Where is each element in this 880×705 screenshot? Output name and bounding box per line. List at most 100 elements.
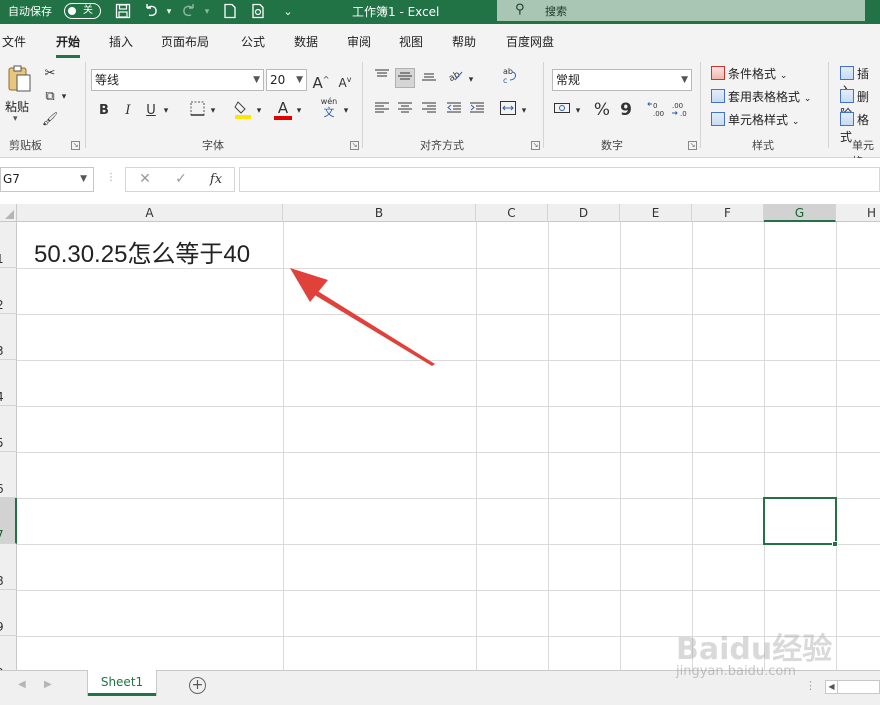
increase-decimal-icon[interactable]: 0.00 bbox=[646, 100, 668, 120]
column-header-d[interactable]: D bbox=[548, 204, 620, 222]
font-launcher-icon[interactable]: ↘ bbox=[350, 141, 359, 150]
customize-toolbar-icon[interactable]: ⌄ bbox=[279, 3, 297, 21]
align-right-icon[interactable] bbox=[419, 101, 439, 121]
border-icon[interactable] bbox=[187, 101, 207, 121]
number-format-select[interactable]: 常规 ▼ bbox=[552, 69, 692, 91]
scroll-left-icon[interactable]: ◀ bbox=[826, 681, 838, 693]
row-header-10[interactable]: 0 bbox=[0, 636, 17, 670]
tab-review[interactable]: 审阅 bbox=[347, 33, 371, 50]
print-preview-icon[interactable] bbox=[249, 3, 267, 21]
redo-dropdown-icon[interactable]: ▾ bbox=[198, 3, 216, 21]
merge-dropdown-icon[interactable]: ▾ bbox=[518, 101, 530, 121]
font-color-dropdown-icon[interactable]: ▾ bbox=[293, 101, 305, 121]
undo-icon[interactable] bbox=[142, 3, 160, 21]
font-color-icon[interactable]: A bbox=[273, 98, 293, 120]
font-size-select[interactable]: 20 ▼ bbox=[266, 69, 307, 91]
tab-data[interactable]: 数据 bbox=[294, 33, 318, 50]
format-as-table-button[interactable]: 套用表格格式 ⌄ bbox=[711, 88, 811, 105]
cell-a1-text[interactable]: 50.30.25怎么等于40 bbox=[34, 234, 250, 269]
sheet-tab-sheet1[interactable]: Sheet1 bbox=[88, 670, 156, 696]
tab-help[interactable]: 帮助 bbox=[452, 33, 476, 50]
increase-indent-icon[interactable] bbox=[467, 101, 487, 121]
tab-home[interactable]: 开始 bbox=[56, 33, 81, 58]
currency-dropdown-icon[interactable]: ▾ bbox=[572, 101, 584, 121]
row-header-9[interactable]: 9 bbox=[0, 590, 17, 636]
font-name-select[interactable]: 等线 ▼ bbox=[91, 69, 264, 91]
column-header-b[interactable]: B bbox=[283, 204, 476, 222]
search-box[interactable]: ⚲ 搜索 bbox=[497, 0, 865, 21]
copy-dropdown-icon[interactable]: ▾ bbox=[58, 87, 70, 107]
paste-dropdown-icon[interactable]: ▾ bbox=[13, 114, 18, 124]
align-middle-icon[interactable] bbox=[395, 68, 415, 88]
column-header-g[interactable]: G bbox=[764, 204, 836, 222]
row-header-6[interactable]: 6 bbox=[0, 452, 17, 498]
tab-baidu-netdisk[interactable]: 百度网盘 bbox=[506, 33, 554, 50]
fill-handle[interactable] bbox=[832, 541, 838, 547]
align-left-icon[interactable] bbox=[372, 101, 392, 121]
horizontal-scrollbar[interactable]: ◀ bbox=[825, 680, 880, 694]
align-bottom-icon[interactable] bbox=[419, 68, 439, 88]
number-launcher-icon[interactable]: ↘ bbox=[688, 141, 697, 150]
orientation-dropdown-icon[interactable]: ▾ bbox=[465, 70, 477, 90]
row-header-8[interactable]: 8 bbox=[0, 544, 17, 590]
insert-function-icon[interactable]: fx bbox=[201, 167, 231, 192]
name-box[interactable]: G7 ▼ bbox=[0, 167, 94, 192]
phonetic-icon[interactable]: wén 文 bbox=[317, 96, 341, 124]
comma-style-button[interactable]: 9 bbox=[616, 100, 636, 120]
active-cell-g7[interactable] bbox=[763, 497, 837, 545]
worksheet-grid[interactable]: A B C D E F G H 1 2 3 4 5 6 7 8 9 0 50.3… bbox=[0, 204, 880, 670]
paste-label[interactable]: 粘贴 bbox=[5, 98, 29, 115]
tab-insert[interactable]: 插入 bbox=[109, 33, 133, 50]
formula-input[interactable] bbox=[239, 167, 880, 192]
percent-button[interactable]: % bbox=[592, 100, 612, 120]
paste-icon[interactable] bbox=[5, 64, 35, 96]
select-all-button[interactable] bbox=[0, 204, 17, 222]
add-sheet-icon[interactable]: + bbox=[189, 677, 206, 694]
tab-page-layout[interactable]: 页面布局 bbox=[161, 33, 209, 50]
cut-icon[interactable]: ✂ bbox=[40, 64, 60, 84]
row-header-5[interactable]: 5 bbox=[0, 406, 17, 452]
fill-color-icon[interactable] bbox=[233, 99, 253, 119]
column-header-h[interactable]: H bbox=[836, 204, 880, 222]
column-header-f[interactable]: F bbox=[692, 204, 764, 222]
row-header-7[interactable]: 7 bbox=[0, 498, 17, 544]
fill-color-dropdown-icon[interactable]: ▾ bbox=[253, 101, 265, 121]
format-painter-icon[interactable]: 🖌 bbox=[40, 110, 60, 130]
conditional-formatting-button[interactable]: 条件格式 ⌄ bbox=[711, 65, 787, 82]
copy-icon[interactable]: ⧉ bbox=[40, 87, 60, 107]
row-header-3[interactable]: 3 bbox=[0, 314, 17, 360]
currency-icon[interactable] bbox=[552, 101, 572, 121]
decrease-indent-icon[interactable] bbox=[444, 101, 464, 121]
orientation-icon[interactable]: ab bbox=[445, 68, 465, 88]
border-dropdown-icon[interactable]: ▾ bbox=[207, 101, 219, 121]
row-header-4[interactable]: 4 bbox=[0, 360, 17, 406]
clipboard-launcher-icon[interactable]: ↘ bbox=[71, 141, 80, 150]
align-top-icon[interactable] bbox=[372, 68, 392, 88]
alignment-launcher-icon[interactable]: ↘ bbox=[531, 141, 540, 150]
tab-file[interactable]: 文件 bbox=[2, 33, 26, 50]
sheet-prev-icon[interactable]: ◀ bbox=[18, 679, 26, 690]
column-header-c[interactable]: C bbox=[476, 204, 548, 222]
redo-icon[interactable] bbox=[180, 3, 198, 21]
cell-styles-button[interactable]: 单元格样式 ⌄ bbox=[711, 111, 799, 128]
save-icon[interactable] bbox=[114, 3, 132, 21]
sheet-next-icon[interactable]: ▶ bbox=[44, 679, 52, 690]
align-center-icon[interactable] bbox=[395, 101, 415, 121]
row-header-2[interactable]: 2 bbox=[0, 268, 17, 314]
resize-handle-icon[interactable]: ⋮ bbox=[106, 172, 116, 183]
column-header-e[interactable]: E bbox=[620, 204, 692, 222]
new-file-icon[interactable] bbox=[221, 3, 239, 21]
column-header-a[interactable]: A bbox=[17, 204, 283, 222]
phonetic-dropdown-icon[interactable]: ▾ bbox=[340, 101, 352, 121]
merge-center-icon[interactable] bbox=[498, 101, 518, 121]
shrink-font-button[interactable]: Av bbox=[335, 70, 355, 90]
bold-button[interactable]: B bbox=[94, 101, 114, 121]
decrease-decimal-icon[interactable]: .00.0 bbox=[670, 100, 692, 120]
wrap-text-icon[interactable]: ab c bbox=[500, 66, 520, 86]
underline-dropdown-icon[interactable]: ▾ bbox=[160, 101, 172, 121]
cancel-icon[interactable]: ✕ bbox=[130, 167, 160, 192]
enter-icon[interactable]: ✓ bbox=[166, 167, 196, 192]
tab-view[interactable]: 视图 bbox=[399, 33, 423, 50]
more-options-icon[interactable]: ⋮ bbox=[805, 679, 816, 692]
grow-font-button[interactable]: A^ bbox=[311, 70, 331, 92]
